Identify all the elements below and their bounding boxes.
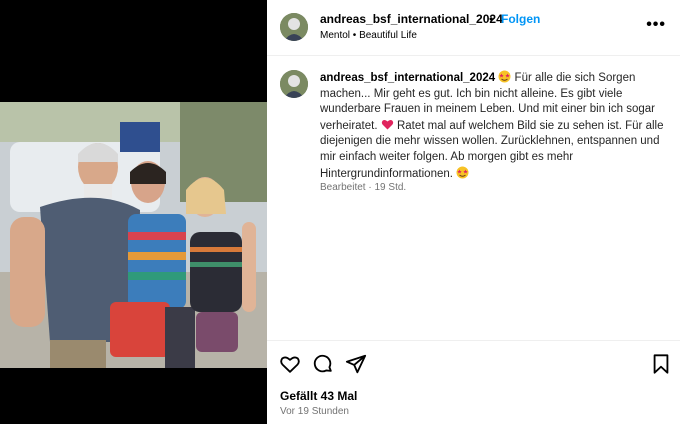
caption-avatar[interactable] bbox=[280, 70, 308, 98]
caption-time[interactable]: 19 Std. bbox=[375, 182, 407, 193]
edited-label: Bearbeitet bbox=[320, 182, 366, 193]
heart-outline-icon[interactable] bbox=[279, 353, 301, 375]
audio-label[interactable]: Mentol • Beautiful Life bbox=[320, 30, 417, 41]
avatar[interactable] bbox=[280, 13, 308, 41]
red-heart-emoji-icon bbox=[381, 119, 393, 130]
star-struck-emoji-icon bbox=[456, 166, 469, 179]
header-username[interactable]: andreas_bsf_international_2024 bbox=[320, 12, 503, 26]
more-options-icon[interactable]: ••• bbox=[646, 16, 666, 34]
avatar-image bbox=[280, 13, 308, 41]
photo-illustration bbox=[0, 102, 267, 368]
post-media bbox=[0, 0, 267, 424]
likes-count[interactable]: Gefällt 43 Mal bbox=[280, 389, 357, 403]
action-bar: Gefällt 43 Mal Vor 19 Stunden bbox=[267, 340, 680, 424]
caption-meta: Bearbeitet · 19 Std. bbox=[320, 182, 406, 193]
post-header: andreas_bsf_international_2024 • Folgen … bbox=[267, 0, 680, 56]
meta-separator: · bbox=[368, 182, 372, 193]
follow-button[interactable]: Folgen bbox=[501, 12, 540, 26]
comment-icon[interactable] bbox=[312, 353, 334, 375]
post-details-panel: andreas_bsf_international_2024 • Folgen … bbox=[267, 0, 680, 424]
paper-plane-icon[interactable] bbox=[345, 353, 367, 375]
bookmark-icon[interactable] bbox=[650, 353, 672, 375]
caption-text: andreas_bsf_international_2024 Für alle … bbox=[320, 70, 665, 182]
star-struck-emoji-icon bbox=[498, 70, 511, 83]
avatar-image bbox=[280, 70, 308, 98]
caption-username[interactable]: andreas_bsf_international_2024 bbox=[320, 72, 495, 84]
post-photo[interactable] bbox=[0, 102, 267, 368]
header-separator: • bbox=[489, 12, 494, 26]
post-date[interactable]: Vor 19 Stunden bbox=[280, 406, 349, 417]
